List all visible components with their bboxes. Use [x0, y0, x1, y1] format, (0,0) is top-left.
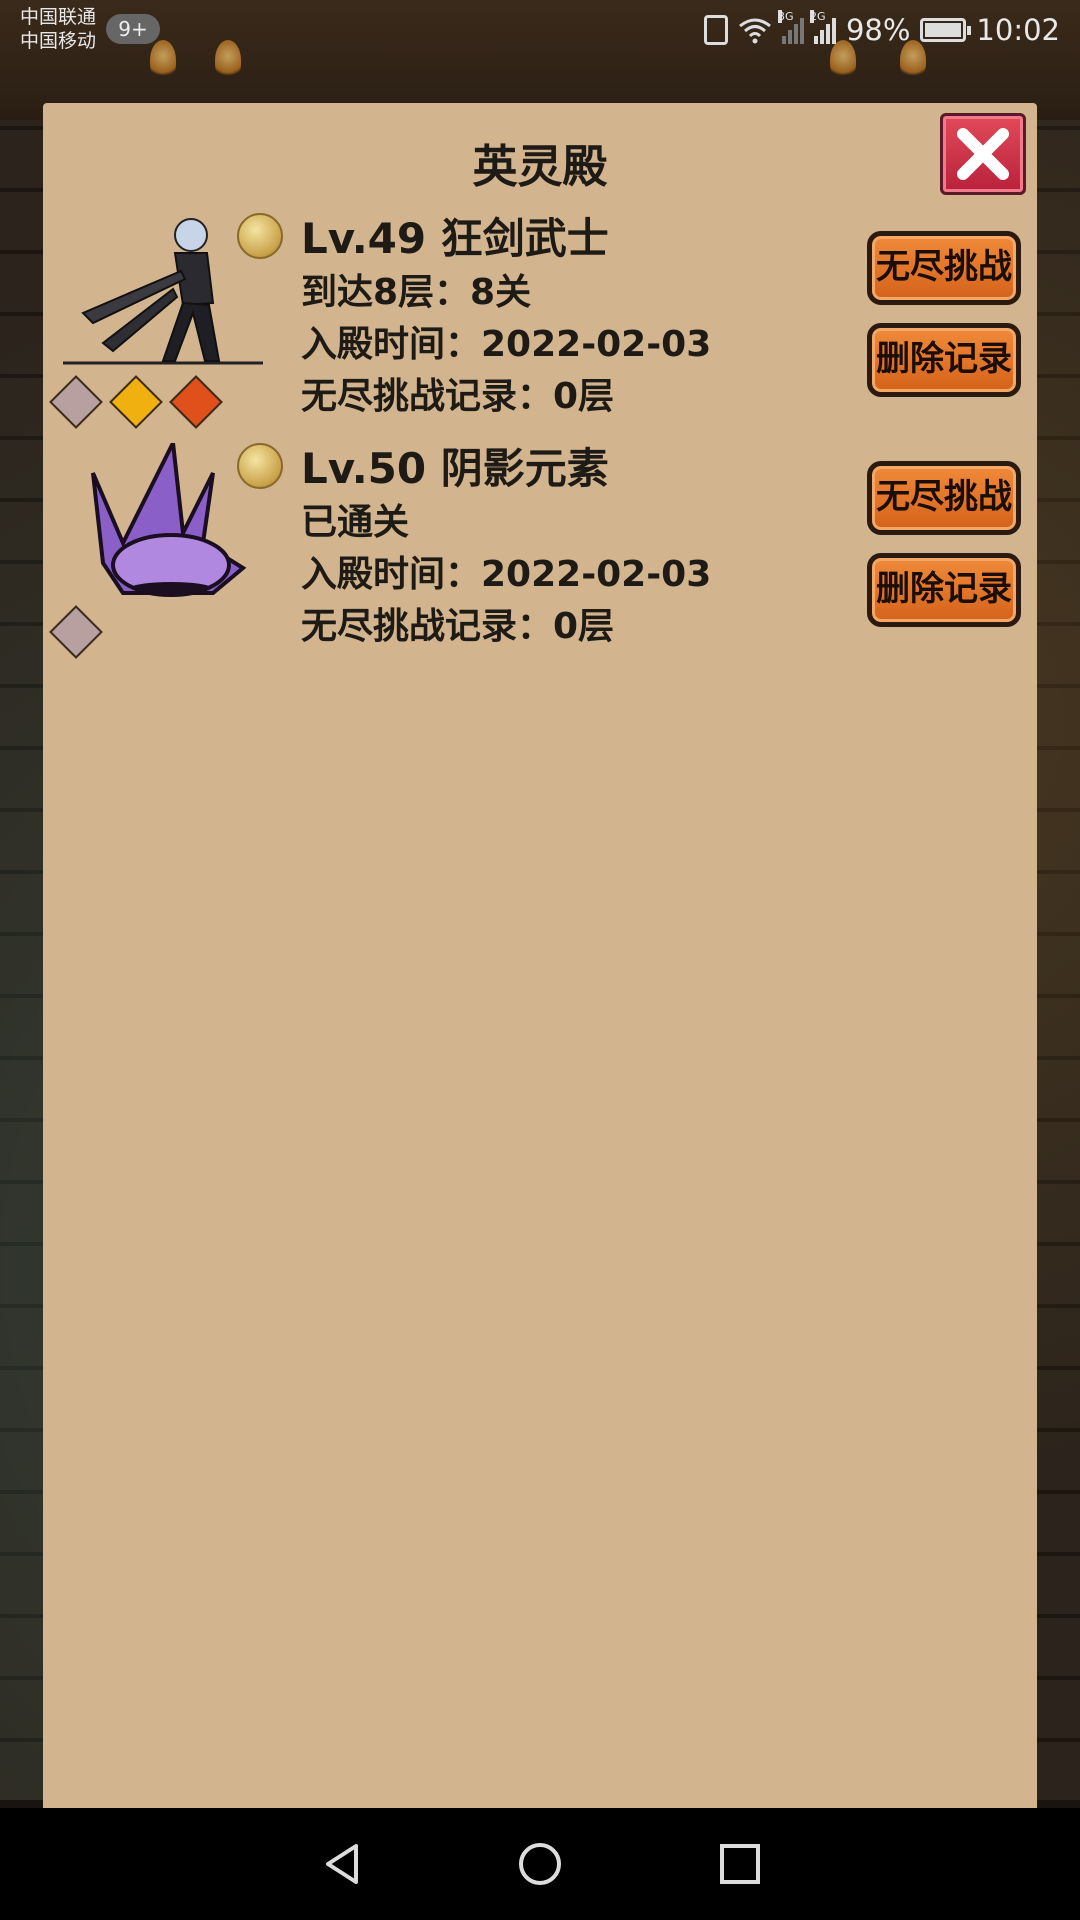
- hero-portrait-shadow-element: [91, 443, 247, 597]
- magnifier-icon[interactable]: [237, 443, 283, 489]
- status-bar: 中国联通 中国移动 9+ 3G 2G 98% 10:02: [0, 0, 1080, 60]
- carrier-1: 中国联通: [20, 6, 97, 28]
- back-triangle-icon[interactable]: [318, 1840, 366, 1888]
- net-3g-label: 3G: [777, 10, 794, 23]
- signal-3g-icon: 3G: [777, 10, 804, 44]
- magnifier-icon[interactable]: [237, 213, 283, 259]
- endless-challenge-button[interactable]: 无尽挑战: [867, 461, 1021, 535]
- battery-fill: [925, 23, 961, 37]
- home-circle-icon[interactable]: [516, 1840, 564, 1888]
- vibrate-icon: [703, 15, 728, 45]
- silver-gem-icon: [49, 605, 103, 659]
- record-info: Lv.50 阴影元素 已通关 入殿时间：2022-02-03 无尽挑战记录：0层: [301, 441, 711, 653]
- entry-date: 入殿时间：2022-02-03: [301, 554, 712, 595]
- endless-challenge-button[interactable]: 无尽挑战: [867, 231, 1021, 305]
- close-button[interactable]: [940, 113, 1026, 195]
- hall-panel: 英灵殿 Lv.49 狂剑武士 到达8层：8关 入殿时间：2022-02-03 无…: [43, 103, 1037, 1816]
- carrier-2: 中国移动: [20, 30, 97, 52]
- gold-gem-icon: [109, 375, 163, 429]
- delete-record-button[interactable]: 删除记录: [867, 323, 1021, 397]
- battery-icon: [920, 18, 972, 42]
- red-gem-icon: [169, 375, 223, 429]
- wifi-icon: [739, 18, 771, 44]
- battery-percent: 98%: [845, 13, 911, 47]
- entry-date: 入殿时间：2022-02-03: [301, 324, 712, 365]
- recent-square-icon[interactable]: [716, 1840, 764, 1888]
- gem-row: [49, 605, 103, 659]
- hero-portrait-swordsman: [63, 218, 263, 365]
- endless-record: 无尽挑战记录：0层: [301, 376, 615, 417]
- record-info: Lv.49 狂剑武士 到达8层：8关 入殿时间：2022-02-03 无尽挑战记…: [301, 211, 711, 423]
- endless-record: 无尽挑战记录：0层: [301, 606, 615, 647]
- clock: 10:02: [976, 13, 1060, 47]
- carrier-info: 中国联通 中国移动: [20, 5, 96, 53]
- silver-gem-icon: [49, 375, 103, 429]
- record-item: Lv.49 狂剑武士 到达8层：8关 入殿时间：2022-02-03 无尽挑战记…: [43, 213, 1037, 433]
- hero-name: Lv.49 狂剑武士: [301, 214, 609, 263]
- progress-text: 已通关: [301, 502, 410, 543]
- delete-record-button[interactable]: 删除记录: [867, 553, 1021, 627]
- net-2g-label: 2G: [809, 10, 826, 23]
- record-item: Lv.50 阴影元素 已通关 入殿时间：2022-02-03 无尽挑战记录：0层…: [43, 443, 1037, 663]
- notification-badge: 9+: [106, 14, 160, 44]
- panel-title: 英灵殿: [472, 140, 608, 193]
- signal-2g-icon: 2G: [809, 10, 836, 44]
- gem-row: [49, 375, 223, 429]
- close-icon: [957, 128, 1009, 180]
- hero-name: Lv.50 阴影元素: [301, 444, 609, 493]
- navigation-bar: [0, 1808, 1080, 1920]
- progress-text: 到达8层：8关: [301, 272, 532, 313]
